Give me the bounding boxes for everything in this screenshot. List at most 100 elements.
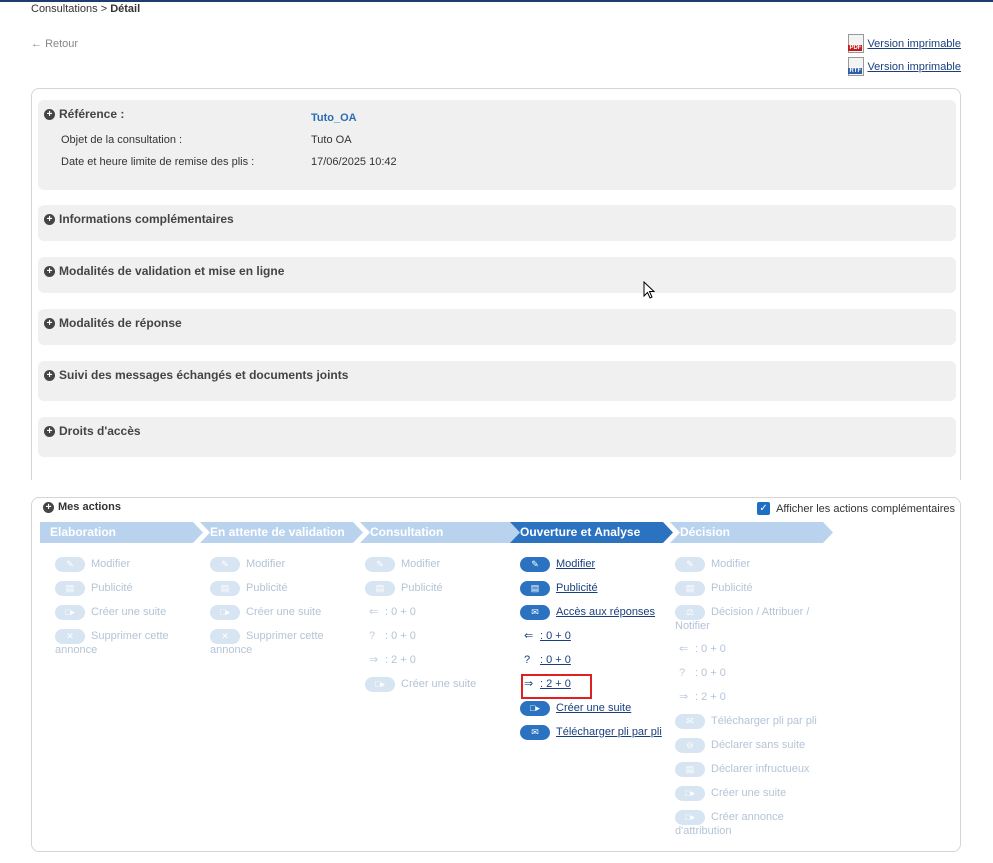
action-retraits: ⇐: 0 + 0 (369, 606, 416, 618)
print-pdf-link[interactable]: PDF Version imprimable (848, 34, 961, 53)
pencil-icon: ✎ (675, 557, 705, 572)
back-link[interactable]: ← Retour (31, 38, 78, 50)
question-icon: ? (524, 654, 531, 666)
section-droits[interactable]: + Droits d'accès (38, 417, 956, 457)
step-ouverture-analyse: Ouverture et Analyse (510, 522, 673, 543)
object-label: Objet de la consultation : (61, 134, 183, 146)
print-pdf-label: Version imprimable (867, 37, 961, 50)
action-declarer-infructueux: ▤ Déclarer infructueux (675, 762, 825, 777)
gavel-icon: ⚖ (675, 605, 705, 620)
print-rtf-link[interactable]: RTF Version imprimable (848, 57, 961, 76)
newspaper-icon: ▤ (520, 581, 550, 596)
expand-icon: + (43, 501, 54, 513)
back-label: Retour (45, 38, 79, 50)
actions-col-ouverture: ✎ Modifier ▤ Publicité ✉ Accès aux réponses… (520, 557, 695, 749)
actions-col-consultation: ✎ Modifier ▤ Publicité ⇐: 0 + 0 ?: 0 + 0 ⇒… (365, 557, 515, 701)
action-modifier: ✎ Modifier (55, 557, 205, 572)
top-border (0, 0, 993, 2)
section-messages[interactable]: + Suivi des messages échangés et document… (38, 361, 956, 401)
deadline-label: Date et heure limite de remise des plis … (61, 156, 255, 168)
rtf-file-icon: RTF (848, 57, 865, 76)
pencil-icon: ✎ (365, 557, 395, 572)
action-supprimer: ✕ Supprimer cette annonce (55, 629, 169, 656)
step-attente-validation: En attente de validation (200, 522, 363, 543)
forward-icon: □▸ (55, 605, 85, 620)
action-modifier: ✎ Modifier (365, 557, 515, 572)
depots-highlight-box (521, 674, 592, 699)
question-icon: ? (369, 630, 376, 642)
breadcrumb-current: Détail (110, 3, 141, 15)
actions-col-decision: ✎ Modifier ▤ Publicité ⚖ Décision / Attribu… (675, 557, 825, 847)
action-creer-suite[interactable]: □▸ Créer une suite (520, 701, 695, 716)
trash-icon: ✕ (210, 629, 240, 644)
action-questions[interactable]: ?: 0 + 0 (520, 653, 695, 668)
step-elaboration: Elaboration (40, 522, 203, 543)
arrow-left-icon: ← (31, 38, 42, 50)
action-depots: ⇒: 2 + 0 (679, 691, 726, 703)
action-modifier: ✎ Modifier (210, 557, 360, 572)
print-rtf-label: Version imprimable (867, 60, 961, 73)
action-publicite: ▤ Publicité (365, 581, 515, 596)
section-informations[interactable]: + Informations complémentaires (38, 205, 956, 241)
actions-title[interactable]: + Mes actions (43, 501, 121, 513)
actions-col-elaboration: ✎ Modifier ▤ Publicité □▸ Créer une suite ✕… (55, 557, 205, 666)
action-publicite: ▤ Publicité (675, 581, 825, 596)
action-creer-suite: □▸ Créer une suite (365, 677, 515, 692)
pencil-icon: ✎ (55, 557, 85, 572)
forward-icon: □▸ (675, 810, 705, 825)
mouse-cursor-icon (643, 281, 655, 299)
step-decision: Décision (670, 522, 833, 543)
no-entry-icon: ⊖ (675, 738, 705, 753)
workflow-steps: Elaboration En attente de validation Con… (40, 522, 840, 543)
expand-icon: + (44, 426, 55, 438)
action-decision: ⚖ Décision / Attribuer / Notifier (675, 605, 810, 632)
newspaper-icon: ▤ (55, 581, 85, 596)
reference-section: + Référence : Tuto_OA Objet de la consult… (38, 100, 956, 190)
forward-icon: □▸ (210, 605, 240, 620)
pencil-icon: ✎ (520, 557, 550, 572)
action-retraits: ⇐: 0 + 0 (679, 643, 726, 655)
action-questions: ?: 0 + 0 (679, 667, 726, 679)
expand-icon: + (44, 109, 55, 121)
expand-icon: + (44, 214, 55, 226)
newspaper-icon: ▤ (210, 581, 240, 596)
breadcrumb: Consultations > Détail (31, 3, 140, 15)
action-creer-suite: □▸ Créer une suite (210, 605, 360, 620)
forward-icon: □▸ (675, 786, 705, 801)
document-icon: ▤ (675, 762, 705, 777)
section-reponse[interactable]: + Modalités de réponse (38, 309, 956, 345)
action-acces-reponses[interactable]: ✉ Accès aux réponses (520, 605, 695, 620)
action-creer-annonce: □▸ Créer annonce d'attribution (675, 810, 784, 837)
action-telecharger: ✉ Télécharger pli par pli (675, 714, 825, 729)
newspaper-icon: ▤ (365, 581, 395, 596)
object-value: Tuto OA (311, 134, 352, 146)
question-icon: ? (679, 667, 686, 679)
section-validation[interactable]: + Modalités de validation et mise en lign… (38, 257, 956, 293)
show-extra-actions-toggle[interactable]: ✓ Afficher les actions complémentaires (757, 502, 955, 515)
actions-panel: + Mes actions ✓ Afficher les actions comp… (31, 497, 961, 852)
reference-title[interactable]: + Référence : (44, 107, 124, 121)
action-creer-suite: □▸ Créer une suite (55, 605, 205, 620)
action-modifier[interactable]: ✎ Modifier (520, 557, 695, 572)
breadcrumb-separator: > (97, 3, 111, 15)
action-publicite[interactable]: ▤ Publicité (520, 581, 695, 596)
expand-icon: + (44, 266, 55, 278)
checkbox-checked-icon[interactable]: ✓ (757, 502, 771, 515)
forward-icon: □▸ (520, 701, 550, 716)
toggle-label: Afficher les actions complémentaires (776, 502, 955, 515)
breadcrumb-parent[interactable]: Consultations (31, 3, 98, 15)
mail-icon: ✉ (520, 605, 550, 620)
action-creer-suite: □▸ Créer une suite (675, 786, 825, 801)
newspaper-icon: ▤ (675, 581, 705, 596)
step-consultation: Consultation (360, 522, 523, 543)
trash-icon: ✕ (55, 629, 85, 644)
expand-icon: + (44, 370, 55, 382)
deposit-icon: ⇒ (679, 691, 689, 703)
forward-icon: □▸ (365, 677, 395, 692)
pdf-file-icon: PDF (848, 34, 865, 53)
action-publicite: ▤ Publicité (210, 581, 360, 596)
mail-download-icon: ✉ (520, 725, 550, 740)
action-retraits[interactable]: ⇐: 0 + 0 (520, 629, 695, 644)
action-depots: ⇒: 2 + 0 (369, 654, 416, 666)
action-telecharger[interactable]: ✉ Télécharger pli par pli (520, 725, 695, 740)
